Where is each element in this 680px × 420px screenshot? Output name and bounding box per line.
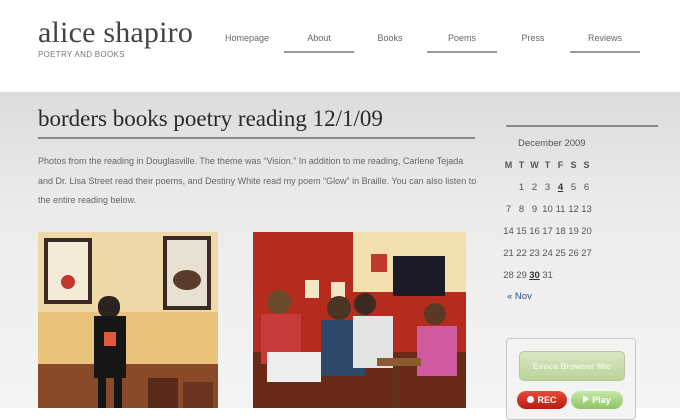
calendar-day: 11 [555,203,566,215]
record-button[interactable]: REC [517,391,567,409]
calendar-day [554,264,567,286]
calendar-day: 27 [581,247,592,259]
sidebar-divider [506,125,658,127]
calendar-day: 5 [570,181,577,193]
calendar-day: 31 [542,269,553,281]
post-body: Photos from the reading in Douglasville.… [38,156,477,205]
title-divider [38,137,475,139]
calendar-day: 29 [516,269,527,281]
site-tagline: POETRY AND BOOKS [38,50,125,59]
calendar-day: 3 [544,181,551,193]
site-header: alice shapiro POETRY AND BOOKS Homepage … [0,0,680,92]
main-nav: Homepage About Books Poems Press Reviews [212,33,672,55]
nav-homepage[interactable]: Homepage [212,33,282,43]
calendar-day-link[interactable]: 30 [528,264,541,286]
site-title[interactable]: alice shapiro [38,16,193,50]
calendar-day: 25 [555,247,566,259]
weekday-header: W [530,160,539,170]
post-title[interactable]: borders books poetry reading 12/1/09 [38,106,383,132]
nav-press[interactable]: Press [498,33,568,43]
reading-photo-1[interactable] [38,232,218,408]
calendar-day: 28 [503,269,514,281]
record-dot-icon [527,396,535,403]
calendar-day [567,264,580,286]
reading-photo-2-image [253,232,466,408]
calendar-day: 2 [531,181,538,193]
calendar-day: 7 [505,203,512,215]
calendar-day: 21 [503,247,514,259]
calendar-day-link[interactable]: 4 [554,176,567,198]
weekday-header: T [544,160,551,170]
weekday-header: S [583,160,590,170]
play-button-label: Play [592,395,611,405]
calendar-day: 10 [542,203,553,215]
main-content: borders books poetry reading 12/1/09 Pho… [0,92,680,420]
nav-about[interactable]: About [284,33,354,53]
calendar-day: 13 [581,203,592,215]
reading-photo-1-image [38,232,218,408]
calendar-day: 16 [529,225,540,237]
calendar-day: 24 [542,247,553,259]
calendar-day: 26 [568,247,579,259]
calendar-day: 9 [531,203,538,215]
evoca-browser-mic-button[interactable]: Evoca Browser Mic [519,351,625,381]
calendar-day [502,176,515,198]
calendar-day: 6 [583,181,590,193]
calendar-table: M T W T F S S 1 2 3 4 5 6 7 8 9 10 11 12… [502,154,593,286]
reading-photo-2[interactable] [253,232,466,408]
calendar-day: 17 [542,225,553,237]
nav-reviews[interactable]: Reviews [570,33,640,53]
weekday-header: F [557,160,564,170]
calendar-day: 20 [581,225,592,237]
calendar-day [580,264,593,286]
weekday-header: S [570,160,577,170]
calendar-day: 22 [516,247,527,259]
nav-poems[interactable]: Poems [427,33,497,53]
calendar-day: 14 [503,225,514,237]
calendar-day: 19 [568,225,579,237]
calendar-day: 23 [529,247,540,259]
calendar-day: 1 [518,181,525,193]
calendar-day: 8 [518,203,525,215]
play-button[interactable]: Play [571,391,623,409]
calendar-day: 12 [568,203,579,215]
calendar-day: 18 [555,225,566,237]
calendar-prev-month-link[interactable]: « Nov [507,291,532,302]
record-button-label: REC [537,395,557,405]
play-icon [583,395,590,403]
weekday-header: M [504,160,513,170]
calendar-day: 15 [516,225,527,237]
weekday-header: T [518,160,525,170]
nav-books[interactable]: Books [355,33,425,43]
calendar-caption: December 2009 [518,138,586,149]
